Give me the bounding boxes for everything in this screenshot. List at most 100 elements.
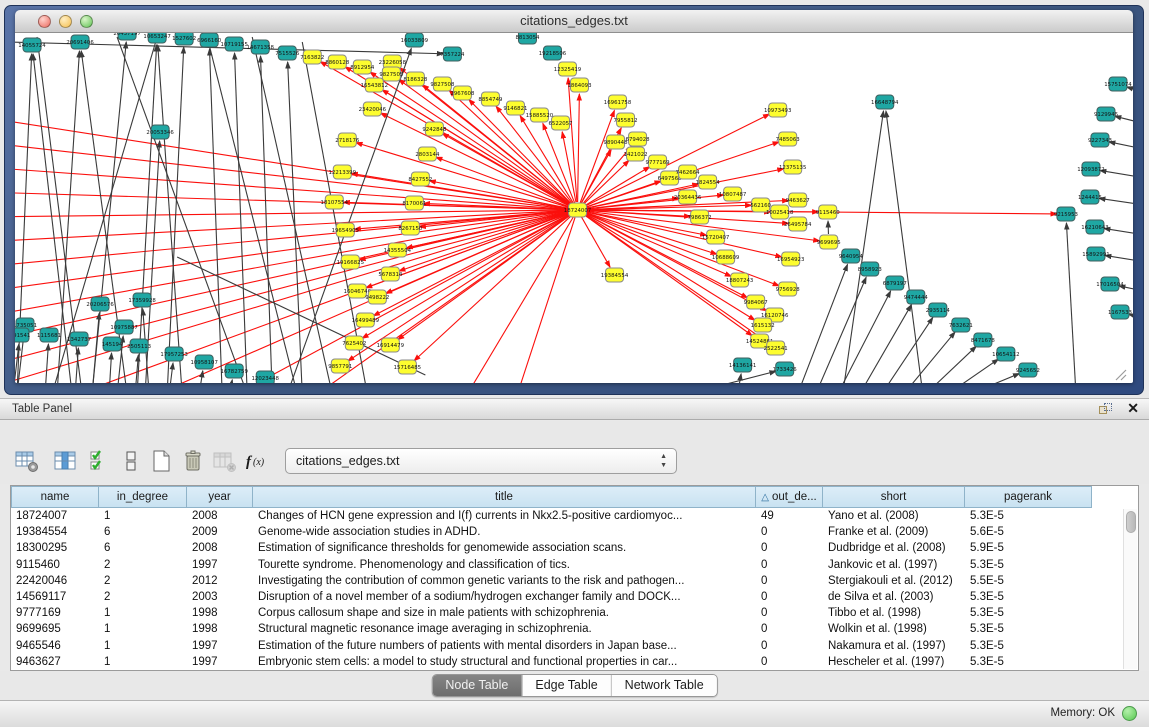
table-row[interactable]: 946362711997Embryonic stem cells: a mode… [11, 654, 1122, 670]
graph-node[interactable]: 6879197 [883, 276, 907, 290]
graph-node[interactable]: 6794028 [626, 132, 651, 146]
graph-node[interactable]: 2935114 [926, 303, 951, 317]
graph-node[interactable]: 20691406 [66, 35, 94, 49]
graph-edge[interactable] [886, 111, 923, 383]
graph-node[interactable]: 16648794 [871, 95, 899, 109]
graph-node[interactable]: 9756928 [776, 282, 801, 296]
cell-year[interactable]: 2003 [187, 589, 253, 605]
graph-node[interactable]: 8186328 [403, 72, 428, 86]
column-header-pagerank[interactable]: pagerank [965, 486, 1092, 508]
cell-year[interactable]: 2008 [187, 540, 253, 556]
cell-pagerank[interactable]: 5.5E-5 [965, 573, 1092, 589]
cell-short[interactable]: Wolkin et al. (1998) [823, 621, 965, 637]
memory-indicator-icon[interactable] [1122, 706, 1137, 721]
close-panel-icon[interactable]: ✕ [1127, 400, 1139, 417]
cell-pagerank[interactable]: 5.9E-5 [965, 540, 1092, 556]
graph-edge[interactable] [816, 277, 866, 383]
graph-edge[interactable] [1066, 223, 1076, 383]
graph-node[interactable]: 20053346 [146, 125, 174, 139]
cell-in_degree[interactable]: 1 [99, 621, 187, 637]
cell-pagerank[interactable]: 5.3E-5 [965, 557, 1092, 573]
graph-node[interactable]: 10654112 [992, 347, 1019, 361]
graph-edge[interactable] [252, 37, 332, 383]
graph-node[interactable]: 26495784 [784, 217, 812, 231]
cell-year[interactable]: 1997 [187, 638, 253, 654]
graph-node[interactable]: 2522541 [764, 341, 788, 355]
cell-in_degree[interactable]: 2 [99, 557, 187, 573]
graph-node[interactable]: 1244415 [1078, 190, 1102, 204]
graph-node[interactable]: 16033809 [401, 33, 429, 47]
cell-year[interactable]: 2012 [187, 573, 253, 589]
column-header-name[interactable]: name [11, 486, 99, 508]
table-row[interactable]: 977716911998Corpus callosum shape and si… [11, 605, 1122, 621]
scrollbar-thumb[interactable] [1126, 511, 1136, 533]
cell-name[interactable]: 9465546 [11, 638, 99, 654]
graph-node[interactable]: 7357224 [440, 47, 465, 61]
table-row[interactable]: 911546021997Tourette syndrome. Phenomeno… [11, 557, 1122, 573]
cell-out_de[interactable]: 0 [756, 589, 823, 605]
graph-node[interactable]: 10653247 [143, 33, 170, 43]
cell-short[interactable]: Nakamura et al. (1997) [823, 638, 965, 654]
graph-node[interactable]: 12213399 [329, 165, 357, 179]
cell-name[interactable]: 9463627 [11, 654, 99, 670]
graph-edge[interactable] [1109, 142, 1133, 152]
tab-network-table[interactable]: Network Table [611, 675, 717, 696]
tab-edge-table[interactable]: Edge Table [521, 675, 610, 696]
graph-edge[interactable] [843, 111, 884, 383]
cell-title[interactable]: Investigating the contribution of common… [253, 573, 756, 589]
graph-node[interactable]: 9146821 [503, 101, 527, 115]
cell-out_de[interactable]: 0 [756, 524, 823, 540]
cell-out_de[interactable]: 0 [756, 621, 823, 637]
graph-edge[interactable] [288, 62, 303, 383]
table-row[interactable]: 1938455462009Genome-wide association stu… [11, 524, 1122, 540]
cell-year[interactable]: 1997 [187, 654, 253, 670]
graph-edge[interactable] [860, 305, 912, 383]
delete-column-icon[interactable] [178, 446, 208, 476]
graph-node[interactable]: 17957253 [160, 347, 187, 361]
graph-edge[interactable] [838, 291, 891, 383]
table-row[interactable]: 946554611997Estimation of the future num… [11, 638, 1122, 654]
graph-edge[interactable] [399, 213, 570, 271]
new-column-icon[interactable] [146, 446, 176, 476]
graph-edge[interactable] [948, 359, 999, 383]
cell-in_degree[interactable]: 2 [99, 589, 187, 605]
table-row[interactable]: 2242004622012Investigating the contribut… [11, 573, 1122, 589]
graph-edge[interactable] [517, 218, 575, 383]
network-canvas[interactable]: 1872400771638228860128891295423226058982… [15, 33, 1133, 383]
graph-node[interactable]: 14136141 [729, 358, 756, 372]
graph-node[interactable]: 2803144 [415, 147, 440, 161]
cell-name[interactable]: 19384554 [11, 524, 99, 540]
cell-year[interactable]: 1997 [187, 557, 253, 573]
graph-node[interactable]: 9245652 [1016, 363, 1040, 377]
graph-node[interactable]: 391541 [15, 328, 30, 342]
graph-edge[interactable] [738, 374, 741, 383]
graph-node[interactable]: 7515526 [275, 46, 300, 60]
graph-node[interactable]: 1527602 [172, 33, 196, 45]
table-settings-icon[interactable] [12, 446, 42, 476]
graph-node[interactable]: 15720407 [702, 230, 729, 244]
graph-edge[interactable] [970, 373, 1020, 383]
graph-node[interactable]: 5678314 [378, 267, 403, 281]
cell-pagerank[interactable]: 5.6E-5 [965, 524, 1092, 540]
cell-pagerank[interactable]: 5.3E-5 [965, 621, 1092, 637]
cell-short[interactable]: Jankovic et al. (1997) [823, 557, 965, 573]
graph-node[interactable]: 9115460 [816, 205, 841, 219]
network-graph[interactable]: 1872400771638228860128891295423226058982… [15, 33, 1133, 383]
graph-node[interactable]: 7632621 [949, 318, 973, 332]
vertical-scrollbar[interactable] [1123, 509, 1137, 669]
graph-node[interactable]: 16914479 [377, 338, 405, 352]
column-visibility-icon[interactable] [50, 446, 80, 476]
cell-pagerank[interactable]: 5.3E-5 [965, 654, 1092, 670]
graph-node[interactable]: 8912954 [350, 60, 375, 74]
graph-edge[interactable] [1127, 87, 1133, 97]
graph-node[interactable]: 2505113 [127, 339, 151, 353]
graph-node[interactable]: 145194 [102, 337, 123, 351]
function-builder-icon[interactable]: f(x) [242, 446, 272, 476]
graph-node[interactable]: 8427552 [408, 172, 432, 186]
graph-node[interactable]: 18107554 [321, 195, 349, 209]
cell-in_degree[interactable]: 1 [99, 654, 187, 670]
graph-node[interactable]: 20364436 [674, 190, 702, 204]
network-window-titlebar[interactable]: citations_edges.txt [15, 10, 1133, 33]
canvas-resize-grip[interactable] [1116, 370, 1126, 380]
cell-short[interactable]: Franke et al. (2009) [823, 524, 965, 540]
